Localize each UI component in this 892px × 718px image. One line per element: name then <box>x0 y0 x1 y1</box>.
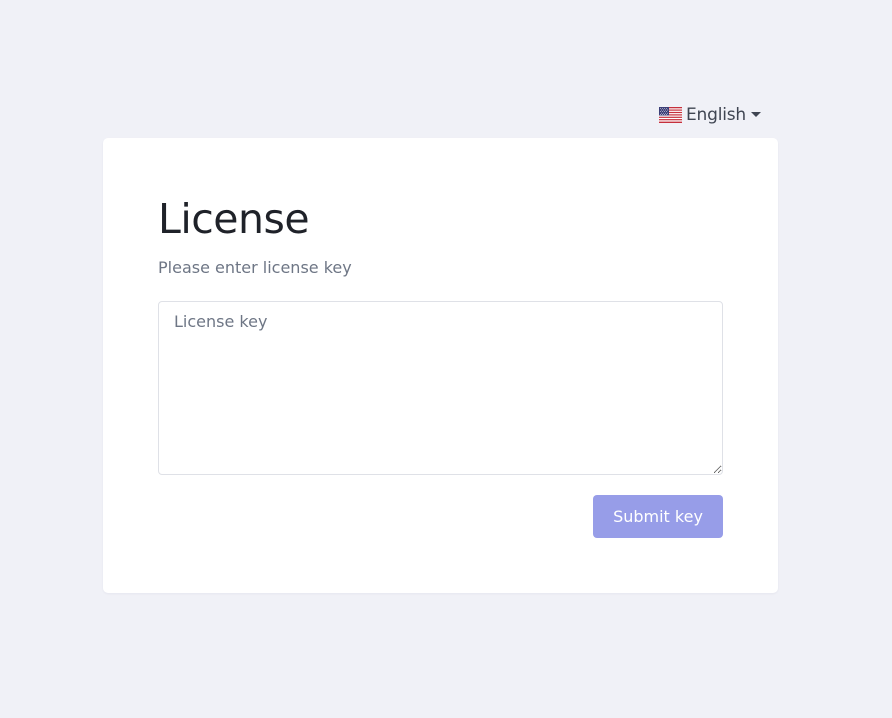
license-key-input[interactable] <box>158 301 723 475</box>
caret-down-icon <box>750 111 761 117</box>
language-switcher[interactable]: English <box>659 103 761 127</box>
license-card: License Please enter license key Submit … <box>103 138 778 593</box>
card-title: License <box>158 195 310 243</box>
us-flag-icon <box>659 107 682 123</box>
submit-key-button[interactable]: Submit key <box>593 495 723 538</box>
card-subtitle: Please enter license key <box>158 258 352 277</box>
language-label: English <box>686 105 746 125</box>
license-page: English License Please enter license key… <box>0 0 892 718</box>
